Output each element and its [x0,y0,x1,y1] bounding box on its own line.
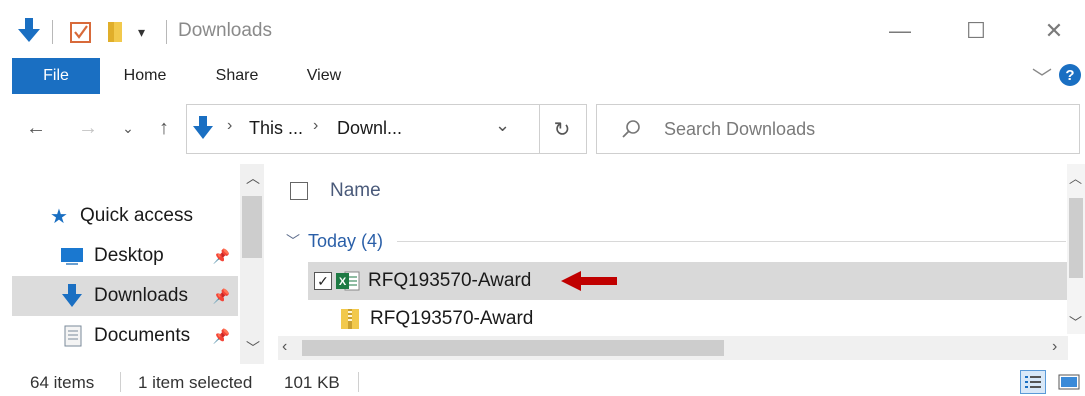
sidebar-item-downloads[interactable]: Downloads 📌 [12,276,238,316]
toolbar-separator [166,20,167,44]
ribbon-expand-chevron-icon[interactable]: ﹀ [1032,62,1052,91]
star-icon: ★ [50,205,68,228]
svg-text:X: X [339,276,347,288]
up-button[interactable]: ↑ [150,111,178,145]
breadcrumb-downloads[interactable]: Downl... [337,118,402,139]
status-separator [358,372,359,392]
ribbon-tabs: File Home Share View ﹀ ? [12,58,1085,94]
document-icon [64,325,82,347]
tab-home[interactable]: Home [112,58,178,94]
selection-size: 101 KB [284,373,340,392]
sidebar-item-quick-access[interactable]: ★ Quick access [12,196,238,236]
file-list-vertical-scrollbar[interactable]: ︿ ﹀ [1067,164,1085,334]
group-header-today[interactable]: ﹀ Today (4) [286,228,1066,254]
navigation-pane-scrollbar[interactable]: ︿ ﹀ [240,164,264,364]
chevron-down-icon: ﹀ [286,233,300,249]
address-history-dropdown-icon[interactable]: ⌄ [495,115,510,136]
navigation-bar: ← → ⌄ ↑ › This ... › Downl... ⌄ ↻ Search… [12,94,1085,164]
help-button[interactable]: ? [1059,64,1081,86]
pin-icon[interactable]: 📌 [213,328,230,345]
scroll-right-icon[interactable]: › [1052,338,1057,356]
forward-button[interactable]: → [74,111,102,145]
toolbar-separator [52,20,53,44]
select-all-checkbox[interactable] [290,182,308,200]
refresh-button[interactable]: ↻ [538,104,587,154]
file-name: RFQ193570-Award [368,270,532,291]
properties-checkbox-icon[interactable] [70,20,92,44]
scroll-up-icon[interactable]: ︿ [246,168,260,188]
tab-share[interactable]: Share [206,58,268,94]
details-view-button[interactable] [1020,370,1046,394]
details-view-icon [1025,376,1041,388]
sidebar-item-documents[interactable]: Documents 📌 [12,316,238,356]
tab-view[interactable]: View [296,58,352,94]
maximize-button[interactable]: ☐ [956,16,996,46]
item-count: 64 items [30,373,95,392]
breadcrumb-separator-icon[interactable]: › [313,117,318,135]
back-button[interactable]: ← [22,111,50,145]
group-divider [397,240,1066,242]
new-folder-icon[interactable] [106,20,126,44]
close-button[interactable]: ✕ [1034,16,1074,46]
sidebar-item-label: Documents [94,325,191,346]
download-arrow-icon [18,18,40,42]
scroll-down-icon[interactable]: ﹀ [1069,312,1082,331]
row-checkbox-placeholder [314,310,332,328]
navigation-pane: ★ Quick access Desktop 📌 Downloads 📌 Doc… [12,164,268,364]
selection-count: 1 item selected [138,373,253,392]
pin-icon[interactable]: 📌 [213,288,230,305]
minimize-button[interactable]: — [880,16,920,46]
scroll-up-icon[interactable]: ︿ [1069,168,1082,187]
sidebar-item-label: Downloads [94,285,188,306]
scrollbar-thumb[interactable] [302,340,724,356]
download-arrow-icon [62,284,82,307]
row-checkbox[interactable]: ✓ [314,272,332,290]
column-header-name[interactable]: Name [290,178,381,204]
breadcrumb-this-pc[interactable]: This ... [249,118,303,139]
scroll-down-icon[interactable]: ﹀ [246,338,260,358]
download-arrow-icon [193,116,213,139]
scrollbar-thumb[interactable] [242,196,262,258]
file-row[interactable]: ✓ X RFQ193570-Award [308,262,1078,300]
search-box[interactable]: Search Downloads [596,104,1080,154]
pin-icon[interactable]: 📌 [213,248,230,265]
annotation-arrow-file [561,271,618,291]
excel-file-icon: X [336,271,360,291]
tab-file[interactable]: File [12,58,100,94]
group-label: Today (4) [308,230,384,251]
large-icons-view-button[interactable] [1056,370,1082,394]
zip-folder-icon [341,309,359,329]
sidebar-item-desktop[interactable]: Desktop 📌 [12,236,238,276]
scrollbar-thumb[interactable] [1069,198,1083,278]
sidebar-item-label: Quick access [80,205,193,226]
address-bar[interactable]: › This ... › Downl... ⌄ [186,104,540,154]
sidebar-item-label: Desktop [94,245,164,266]
breadcrumb-separator-icon[interactable]: › [227,117,232,135]
file-list: Name ﹀ Today (4) ✓ X RFQ193570-Award RFQ… [270,164,1085,364]
search-icon [622,120,640,138]
file-row[interactable]: RFQ193570-Award [308,300,1078,338]
search-placeholder: Search Downloads [664,119,816,139]
large-icons-view-icon [1058,374,1080,390]
quick-access-toolbar-dropdown[interactable]: ▾ [138,24,145,41]
title-bar: ▾ Downloads — ☐ ✕ [12,0,1085,58]
desktop-icon [61,248,83,265]
status-separator [120,372,121,392]
column-name-label: Name [330,180,381,201]
file-list-horizontal-scrollbar[interactable]: ‹ › [278,336,1068,360]
status-bar: 64 items 1 item selected 101 KB [12,364,1085,396]
file-name: RFQ193570-Award [370,308,534,329]
recent-locations-dropdown[interactable]: ⌄ [114,111,142,145]
window-title: Downloads [178,20,272,41]
scroll-left-icon[interactable]: ‹ [282,338,287,356]
file-explorer-window: ▾ Downloads — ☐ ✕ File Home Share View ﹀… [12,0,1085,396]
